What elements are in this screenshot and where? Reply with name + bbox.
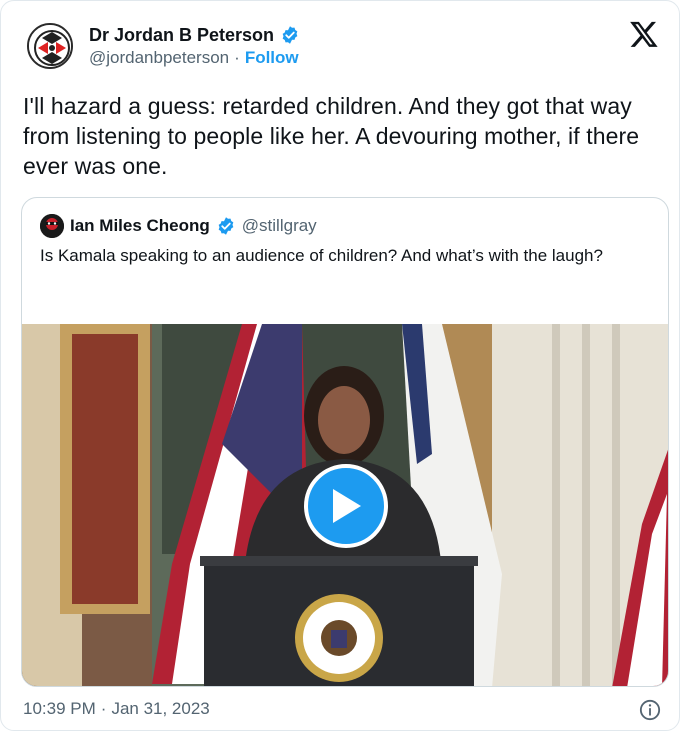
author-name-row: Dr Jordan B Peterson [89, 23, 300, 47]
quoted-tweet-text: Is Kamala speaking to an audience of chi… [40, 246, 603, 265]
follow-button[interactable]: Follow [245, 48, 299, 68]
quoted-avatar-image [40, 214, 64, 238]
author-avatar-image [29, 25, 71, 67]
quoted-author-name[interactable]: Ian Miles Cheong [70, 216, 210, 236]
tweet-timestamp[interactable]: 10:39 PM · Jan 31, 2023 [23, 699, 210, 719]
author-avatar[interactable] [27, 23, 73, 69]
verified-badge-icon [282, 26, 298, 44]
x-logo-icon[interactable] [629, 19, 659, 49]
quoted-name-row: Ian Miles Cheong @stillgray [70, 214, 317, 238]
tweet-embed-card: Dr Jordan B Peterson @jordanbpeterson · … [0, 0, 680, 731]
handle-separator: · [234, 48, 240, 67]
quoted-tweet[interactable]: Ian Miles Cheong @stillgray Is Kamala sp… [21, 197, 669, 687]
author-handle-row: @jordanbpeterson · Follow [89, 48, 299, 68]
play-icon [333, 489, 361, 523]
play-button[interactable] [304, 464, 388, 548]
tweet-date[interactable]: Jan 31, 2023 [111, 699, 209, 719]
author-handle[interactable]: @jordanbpeterson [89, 48, 229, 68]
author-name[interactable]: Dr Jordan B Peterson [89, 25, 274, 46]
tweet-text: I'll hazard a guess: retarded children. … [23, 93, 640, 179]
video-thumbnail[interactable] [22, 324, 668, 686]
info-icon[interactable] [639, 699, 661, 721]
timestamp-separator: · [100, 699, 107, 718]
quoted-author-avatar[interactable] [40, 214, 64, 238]
verified-badge-icon [218, 217, 234, 235]
quoted-author-handle[interactable]: @stillgray [242, 216, 317, 236]
tweet-time[interactable]: 10:39 PM [23, 699, 96, 719]
